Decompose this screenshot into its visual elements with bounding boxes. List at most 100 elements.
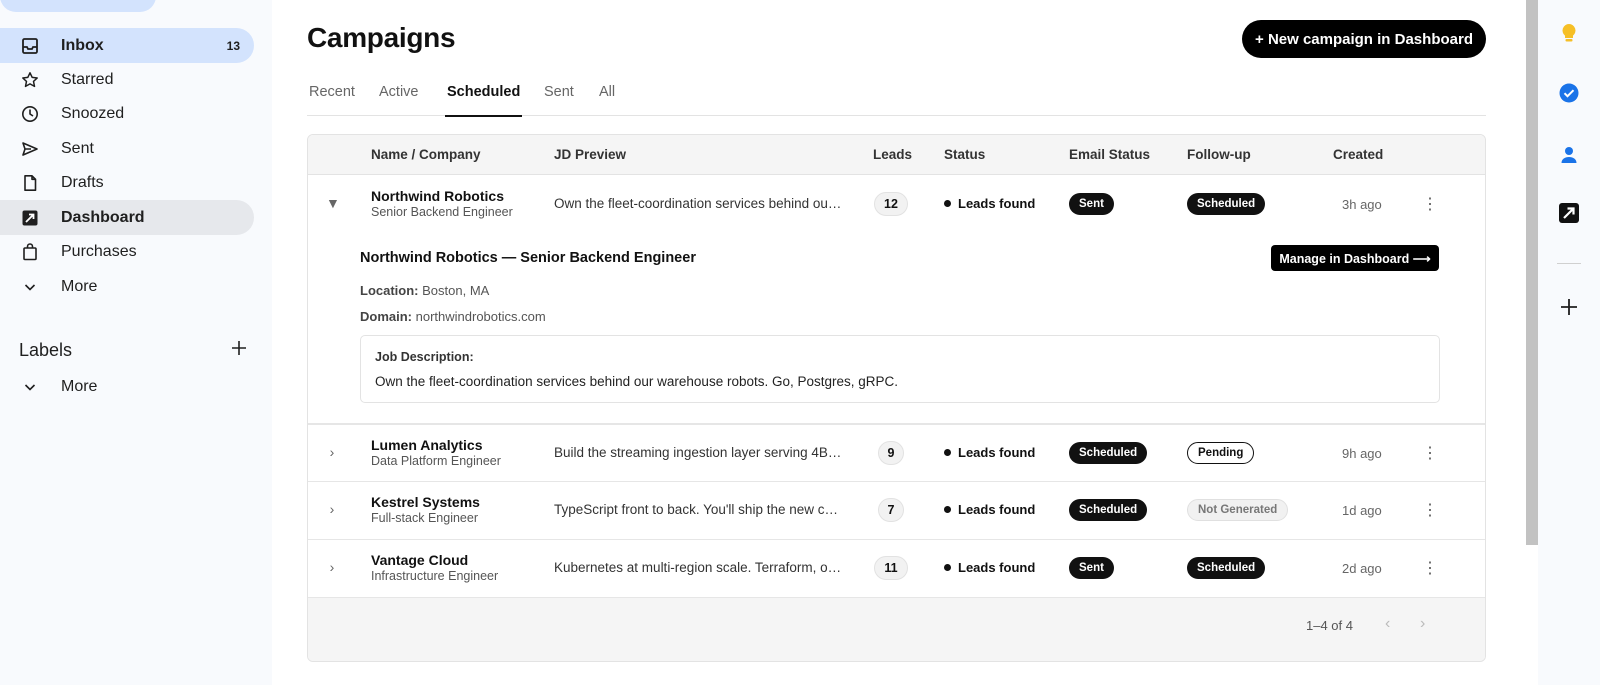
status-dot-icon bbox=[944, 506, 951, 513]
location-line: Location: Boston, MA bbox=[360, 283, 489, 298]
sidebar-item-label: Dashboard bbox=[61, 208, 145, 226]
email-status-badge: Sent bbox=[1069, 193, 1114, 215]
tab-active[interactable]: Active bbox=[379, 84, 419, 114]
sidebar-item-label: Snoozed bbox=[61, 104, 125, 122]
tab-recent[interactable]: Recent bbox=[309, 84, 355, 114]
status-dot-icon bbox=[944, 200, 951, 207]
sidebar-item-inbox[interactable]: Inbox 13 bbox=[0, 28, 254, 63]
add-addon-icon[interactable] bbox=[1557, 295, 1581, 319]
send-icon bbox=[20, 139, 40, 159]
row-menu-icon[interactable]: ⋮ bbox=[1422, 500, 1438, 520]
status-text: Leads found bbox=[958, 502, 1036, 517]
leads-count: 7 bbox=[878, 498, 904, 522]
compose-button[interactable] bbox=[0, 0, 156, 12]
company-cell: Lumen Analytics Data Platform Engineer bbox=[371, 437, 501, 468]
dashboard-app-icon[interactable] bbox=[1557, 201, 1581, 225]
jd-preview: Kubernetes at multi-region scale. Terraf… bbox=[554, 560, 844, 575]
domain-label: Domain: bbox=[360, 309, 412, 324]
sidebar-item-dashboard[interactable]: Dashboard bbox=[0, 200, 254, 235]
draft-icon bbox=[20, 173, 40, 193]
column-header[interactable]: Email Status bbox=[1069, 147, 1150, 162]
chevron-down-icon bbox=[20, 377, 40, 397]
main-panel: Campaigns + New campaign in Dashboard Re… bbox=[272, 0, 1538, 685]
table-row[interactable]: › Lumen Analytics Data Platform Engineer… bbox=[308, 424, 1485, 482]
row-detail-panel: Northwind Robotics — Senior Backend Engi… bbox=[308, 235, 1485, 424]
email-status-cell: Sent bbox=[1069, 193, 1114, 215]
labels-more[interactable]: More bbox=[0, 369, 254, 404]
contacts-person-icon[interactable] bbox=[1557, 143, 1581, 167]
detail-title: Northwind Robotics — Senior Backend Engi… bbox=[360, 250, 696, 266]
jd-preview: Own the fleet-coordination services behi… bbox=[554, 196, 844, 211]
tasks-check-icon[interactable] bbox=[1557, 81, 1581, 105]
follow-up-cell: Not Generated bbox=[1187, 499, 1289, 521]
active-tab-indicator bbox=[445, 115, 523, 117]
page-title: Campaigns bbox=[307, 22, 456, 53]
row-menu-icon[interactable]: ⋮ bbox=[1422, 558, 1438, 578]
leads-count: 12 bbox=[874, 192, 908, 216]
sidebar-item-sent[interactable]: Sent bbox=[0, 131, 254, 166]
sidebar-item-starred[interactable]: Starred bbox=[0, 62, 254, 97]
domain-value: northwindrobotics.com bbox=[415, 309, 546, 324]
role-title: Full-stack Engineer bbox=[371, 511, 478, 525]
campaigns-table: Name / Company JD Preview Leads Status E… bbox=[307, 134, 1486, 662]
column-header[interactable]: Status bbox=[944, 147, 985, 162]
expand-chevron-icon[interactable]: › bbox=[326, 559, 338, 575]
created-time: 2d ago bbox=[1342, 561, 1382, 576]
sidebar-item-snoozed[interactable]: Snoozed bbox=[0, 96, 254, 131]
location-value: Boston, MA bbox=[422, 283, 490, 298]
table-row[interactable]: › Vantage Cloud Infrastructure Engineer … bbox=[308, 540, 1485, 598]
status-text: Leads found bbox=[958, 445, 1036, 460]
company-cell: Northwind Robotics Senior Backend Engine… bbox=[371, 188, 513, 219]
table-row[interactable]: › Kestrel Systems Full-stack Engineer Ty… bbox=[308, 482, 1485, 540]
tab-sent[interactable]: Sent bbox=[544, 84, 574, 114]
new-campaign-button[interactable]: + New campaign in Dashboard bbox=[1242, 20, 1486, 58]
company-name: Lumen Analytics bbox=[371, 437, 483, 453]
expand-chevron-icon[interactable]: › bbox=[326, 501, 338, 517]
jd-label: Job Description: bbox=[375, 350, 474, 364]
follow-up-cell: Pending bbox=[1187, 442, 1255, 464]
column-header[interactable]: Leads bbox=[873, 147, 912, 162]
role-title: Data Platform Engineer bbox=[371, 454, 501, 468]
row-menu-icon[interactable]: ⋮ bbox=[1422, 194, 1438, 214]
left-sidebar: Inbox 13 Starred Snoozed Sent Drafts Das… bbox=[0, 0, 272, 685]
labels-heading: Labels bbox=[19, 340, 73, 360]
keep-bulb-icon[interactable] bbox=[1557, 21, 1581, 45]
sidebar-item-more[interactable]: More bbox=[0, 269, 254, 304]
clock-icon bbox=[20, 104, 40, 124]
sidebar-item-label: More bbox=[61, 277, 98, 295]
next-page-icon[interactable]: › bbox=[1420, 615, 1425, 633]
scrollbar-thumb[interactable] bbox=[1526, 0, 1538, 545]
inbox-icon bbox=[20, 36, 40, 56]
manage-in-dashboard-button[interactable]: Manage in Dashboard ⟶ bbox=[1271, 245, 1439, 271]
sidebar-item-drafts[interactable]: Drafts bbox=[0, 165, 254, 200]
labels-header: Labels bbox=[19, 340, 247, 361]
jd-preview: Build the streaming ingestion layer serv… bbox=[554, 445, 844, 460]
domain-line: Domain: northwindrobotics.com bbox=[360, 309, 546, 324]
follow-up-badge: Not Generated bbox=[1187, 499, 1289, 521]
role-title: Senior Backend Engineer bbox=[371, 205, 513, 219]
column-header[interactable]: Created bbox=[1333, 147, 1383, 162]
row-menu-icon[interactable]: ⋮ bbox=[1422, 443, 1438, 463]
email-status-cell: Scheduled bbox=[1069, 499, 1148, 521]
email-status-cell: Sent bbox=[1069, 557, 1114, 579]
campaign-tabs: Recent Active Scheduled Sent All bbox=[307, 84, 1486, 117]
inbox-count: 13 bbox=[226, 38, 240, 53]
prev-page-icon[interactable]: ‹ bbox=[1385, 615, 1390, 633]
table-row[interactable]: ▼ Northwind Robotics Senior Backend Engi… bbox=[308, 175, 1485, 235]
email-status-badge: Scheduled bbox=[1069, 499, 1148, 521]
add-label-icon[interactable] bbox=[231, 340, 247, 361]
sidebar-item-label: Inbox bbox=[61, 36, 104, 54]
tab-all[interactable]: All bbox=[599, 84, 615, 114]
collapse-caret-icon[interactable]: ▼ bbox=[326, 195, 340, 211]
column-header[interactable]: Follow-up bbox=[1187, 147, 1251, 162]
expand-chevron-icon[interactable]: › bbox=[326, 444, 338, 460]
chevron-down-icon bbox=[20, 277, 40, 297]
column-header[interactable]: Name / Company bbox=[371, 147, 481, 162]
sidebar-item-purchases[interactable]: Purchases bbox=[0, 234, 254, 269]
company-cell: Vantage Cloud Infrastructure Engineer bbox=[371, 552, 498, 583]
tab-scheduled[interactable]: Scheduled bbox=[445, 84, 523, 117]
sidebar-item-label: Starred bbox=[61, 70, 114, 88]
status-text: Leads found bbox=[958, 196, 1036, 211]
status-dot-icon bbox=[944, 564, 951, 571]
column-header[interactable]: JD Preview bbox=[554, 147, 626, 162]
